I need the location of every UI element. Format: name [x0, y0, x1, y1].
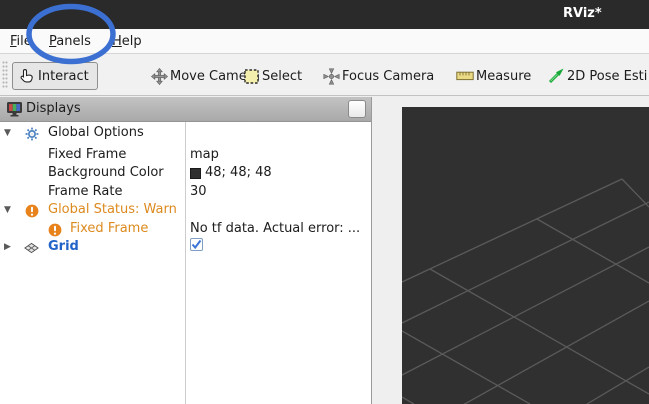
pose-arrow-icon: [547, 67, 565, 85]
grid-plane: [402, 107, 649, 404]
warning-icon: [47, 222, 62, 237]
row-label: Background Color: [48, 164, 164, 182]
tree-row-fixed-frame[interactable]: Fixed Frame No tf data. Actual error: ...: [0, 220, 371, 238]
row-value[interactable]: 30: [190, 183, 368, 201]
tree-row-global-options[interactable]: ▼ Global Options: [0, 124, 371, 142]
ruler-icon: [456, 67, 474, 85]
focus-target-icon: [322, 67, 340, 85]
gear-icon: [24, 126, 39, 141]
tool-label: Measure: [476, 69, 531, 84]
value-text: map: [190, 146, 219, 164]
row-label: Frame Rate: [48, 183, 122, 201]
warning-icon: [24, 203, 39, 218]
value-text: 30: [190, 183, 207, 201]
tool-focus-camera[interactable]: Focus Camera: [322, 62, 434, 90]
toolbar-drag-handle[interactable]: [2, 61, 8, 89]
3d-viewport[interactable]: [402, 107, 649, 404]
title-bar: RViz*: [0, 0, 649, 29]
displays-panel: Displays ▼Global OptionsFixed FramemapBa…: [0, 97, 372, 404]
tree-row-frame-rate[interactable]: Frame Rate 30: [0, 183, 371, 201]
rviz-window: RViz* FilePanelsHelp InteractMove Camera…: [0, 0, 649, 404]
displays-panel-header: Displays: [0, 97, 371, 122]
tool-interact[interactable]: Interact: [12, 62, 98, 90]
move-arrows-icon: [150, 67, 168, 85]
tree-row-global-status-warn[interactable]: ▼ Global Status: Warn: [0, 201, 371, 219]
tool-label: Interact: [38, 69, 89, 84]
row-value[interactable]: No tf data. Actual error: ...: [190, 220, 368, 238]
tool-label: Focus Camera: [342, 69, 434, 84]
color-swatch[interactable]: [190, 168, 201, 179]
collapse-arrow-icon[interactable]: ▼: [4, 124, 14, 142]
hand-pointer-icon: [18, 67, 36, 85]
tool-measure[interactable]: Measure: [456, 62, 531, 90]
menu-bar: File Panels Help: [0, 29, 649, 54]
expand-arrow-icon[interactable]: ▶: [4, 238, 14, 256]
row-value: [190, 238, 368, 251]
row-label: Global Options: [48, 124, 144, 142]
tree-row-fixed-frame[interactable]: Fixed Frame map: [0, 146, 371, 164]
toolbar: InteractMove CameraSelectFocus CameraMea…: [0, 54, 649, 96]
row-label: Fixed Frame: [70, 220, 148, 238]
menu-item-file[interactable]: File: [8, 32, 34, 52]
menu-item-panels[interactable]: Panels: [47, 32, 93, 52]
selection-box-icon: [242, 67, 260, 85]
value-text: 48; 48; 48: [205, 164, 272, 182]
grid-icon: [24, 240, 39, 255]
value-text: No tf data. Actual error: ...: [190, 220, 360, 238]
tool-2d-pose-esti[interactable]: 2D Pose Esti: [547, 62, 647, 90]
tree-row-grid[interactable]: ▶ Grid: [0, 238, 371, 256]
row-label: Grid: [48, 238, 79, 256]
row-value[interactable]: map: [190, 146, 368, 164]
menu-item-help[interactable]: Help: [110, 32, 144, 52]
row-label: Fixed Frame: [48, 146, 126, 164]
window-title: RViz*: [563, 6, 602, 21]
displays-monitor-icon: [6, 101, 23, 121]
row-label: Global Status: Warn: [48, 201, 177, 219]
tool-label: Select: [262, 69, 302, 84]
tree-row-background-color[interactable]: Background Color 48; 48; 48: [0, 164, 371, 182]
enabled-checkbox[interactable]: [190, 238, 203, 251]
displays-panel-title: Displays: [26, 101, 81, 116]
row-value[interactable]: 48; 48; 48: [190, 164, 368, 182]
displays-tree: ▼Global OptionsFixed FramemapBackground …: [0, 122, 371, 404]
panel-float-button[interactable]: [348, 100, 366, 118]
collapse-arrow-icon[interactable]: ▼: [4, 201, 14, 219]
tool-select[interactable]: Select: [242, 62, 302, 90]
tool-label: 2D Pose Esti: [567, 69, 647, 84]
